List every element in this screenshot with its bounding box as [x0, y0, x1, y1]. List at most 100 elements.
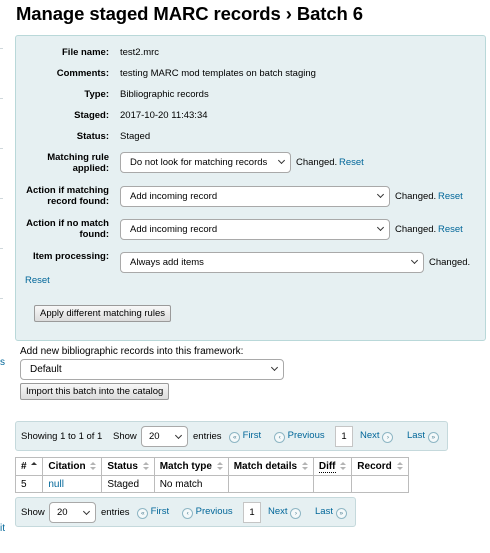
page-title: Manage staged MARC records › Batch 6	[16, 3, 363, 24]
action-if-matching-select[interactable]: Add incoming record	[120, 186, 390, 207]
column-header-number[interactable]: #	[14, 457, 44, 476]
sort-arrows-icon	[301, 462, 308, 470]
matching-rule-select[interactable]: Do not look for matching records	[120, 152, 291, 173]
action-if-no-match-changed: Changed.	[395, 224, 437, 235]
column-header-status[interactable]: Status	[101, 457, 155, 476]
chevron-right-icon: ›	[382, 432, 394, 443]
cell-match-type: No match	[153, 475, 229, 493]
sidebar-divider	[0, 248, 3, 249]
status-value: Staged	[120, 131, 151, 142]
first-page-link[interactable]: « First	[229, 426, 261, 447]
item-processing-select[interactable]: Always add items	[120, 252, 424, 273]
action-if-matching-changed: Changed.	[395, 191, 437, 202]
column-header-record[interactable]: Record	[351, 457, 409, 476]
current-page[interactable]: 1	[243, 502, 261, 523]
sort-arrows-icon	[340, 462, 347, 470]
sidebar-divider	[0, 48, 3, 49]
action-if-matching-reset-link[interactable]: Reset	[438, 191, 463, 202]
batch-summary-panel: File name: test2.mrc Comments: testing M…	[15, 35, 486, 341]
chevron-left-icon: ‹	[274, 432, 285, 443]
staged-label: Staged:	[74, 110, 109, 121]
sidebar-link-fragment[interactable]: s	[0, 357, 5, 368]
column-header-label: Diff	[318, 461, 336, 473]
last-page-label: Last	[315, 506, 333, 517]
chevron-left-icon: ‹	[182, 508, 193, 519]
cell-number: 5	[14, 475, 44, 493]
staged-value: 2017-10-20 11:43:34	[120, 110, 208, 121]
last-page-link[interactable]: Last »	[407, 426, 439, 447]
framework-label: Add new bibliographic records into this …	[20, 346, 244, 357]
double-chevron-left-icon: «	[137, 508, 148, 519]
action-if-no-match-reset-link[interactable]: Reset	[438, 224, 463, 235]
sidebar-divider	[0, 148, 3, 149]
cell-status: Staged	[101, 475, 155, 493]
next-page-label: Next	[360, 430, 380, 441]
cell-record	[351, 475, 409, 493]
chevron-down-icon	[410, 256, 419, 265]
sort-arrows-icon	[216, 462, 223, 470]
previous-page-link[interactable]: ‹ Previous	[182, 502, 233, 523]
cell-match-details	[227, 475, 314, 493]
framework-selected: Default	[30, 364, 62, 375]
sort-arrows-icon	[90, 462, 97, 470]
previous-page-label: Previous	[287, 430, 325, 441]
matching-rule-reset-link[interactable]: Reset	[339, 157, 364, 168]
action-if-matching-selected: Add incoming record	[130, 191, 218, 202]
page-size-value: 20	[57, 507, 68, 518]
citation-link[interactable]: null	[48, 479, 64, 490]
status-label: Status:	[76, 131, 109, 142]
column-header-citation[interactable]: Citation	[42, 457, 103, 476]
page-size-value: 20	[149, 431, 160, 442]
action-if-no-match-select[interactable]: Add incoming record	[120, 219, 390, 240]
results-info: Showing 1 to 1 of 1	[21, 431, 103, 442]
column-header-match-type[interactable]: Match type	[153, 457, 229, 476]
last-page-link[interactable]: Last »	[315, 502, 347, 523]
chevron-down-icon	[270, 363, 279, 372]
item-processing-label: Item processing:	[32, 251, 109, 262]
double-chevron-left-icon: «	[229, 432, 240, 443]
sidebar-divider	[0, 298, 3, 299]
previous-page-link[interactable]: ‹ Previous	[274, 426, 325, 447]
results-pager-top: Showing 1 to 1 of 1 Show 20 entries « Fi…	[15, 421, 448, 451]
next-page-link[interactable]: Next ›	[268, 502, 302, 523]
next-page-link[interactable]: Next ›	[360, 426, 394, 447]
show-label: Show	[21, 507, 45, 518]
sort-asc-icon	[31, 462, 38, 470]
reset-all-link[interactable]: Reset	[25, 275, 50, 286]
page-size-select[interactable]: 20	[49, 502, 96, 523]
chevron-down-icon	[376, 223, 385, 232]
comments-value: testing MARC mod templates on batch stag…	[120, 68, 316, 79]
framework-select[interactable]: Default	[20, 359, 284, 380]
staged-records-table: # Citation Status Match type Match detai…	[14, 457, 409, 493]
chevron-right-icon: ›	[290, 508, 302, 519]
chevron-down-icon	[174, 431, 183, 440]
entries-label: entries	[101, 507, 130, 518]
first-page-label: First	[150, 506, 170, 517]
next-page-label: Next	[268, 506, 288, 517]
cell-citation: null	[42, 475, 103, 493]
page-size-select[interactable]: 20	[141, 426, 188, 447]
results-pager-bottom: Show 20 entries « First ‹ Previous 1 Nex…	[15, 497, 356, 527]
sidebar-divider	[0, 198, 3, 199]
column-header-label: Citation	[48, 461, 86, 472]
current-page[interactable]: 1	[335, 426, 353, 447]
apply-matching-rules-button[interactable]: Apply different matching rules	[34, 305, 171, 322]
table-row: 5 null Staged No match	[14, 475, 409, 493]
column-header-label: Status	[107, 461, 138, 472]
sidebar-divider	[0, 98, 3, 99]
column-header-label: Record	[357, 461, 392, 472]
sidebar-link-fragment[interactable]: it	[0, 523, 5, 534]
table-header-row: # Citation Status Match type Match detai…	[14, 457, 409, 476]
action-if-matching-label: Action if matching record found:	[26, 185, 109, 207]
action-if-no-match-label: Action if no match found:	[26, 218, 109, 240]
column-header-label: Match details	[233, 461, 298, 472]
previous-page-label: Previous	[195, 506, 233, 517]
matching-rule-label: Matching rule applied:	[47, 152, 109, 174]
column-header-match-details[interactable]: Match details	[227, 457, 314, 476]
column-header-diff[interactable]: Diff	[312, 457, 353, 476]
matching-rule-changed: Changed.	[296, 157, 338, 168]
file-name-label: File name:	[62, 47, 109, 58]
first-page-link[interactable]: « First	[137, 502, 169, 523]
action-if-no-match-selected: Add incoming record	[130, 224, 218, 235]
import-batch-button[interactable]: Import this batch into the catalog	[20, 383, 170, 400]
